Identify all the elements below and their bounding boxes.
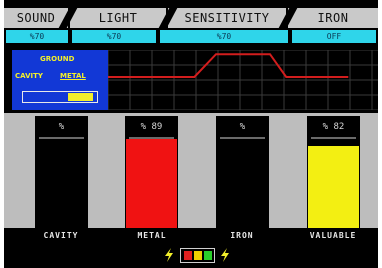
tab-light[interactable]: LIGHT — [70, 8, 166, 28]
metal-percent: % 89 — [140, 122, 163, 132]
ground-ratio-fill — [67, 93, 93, 101]
battery-segment — [204, 251, 212, 260]
metal-bar: % 89 — [125, 116, 178, 228]
valuable-label-bottom: VALUABLE — [309, 230, 357, 240]
ground-title: GROUND — [40, 55, 75, 63]
valuable-bar-divider — [311, 137, 356, 139]
iron-bar-divider — [220, 137, 265, 139]
left-bolt-icon — [165, 248, 173, 262]
battery-segment — [184, 251, 192, 260]
signal-graph — [108, 50, 378, 110]
cavity-bar: % — [35, 116, 88, 228]
iron-value: OFF — [292, 30, 376, 43]
tab-sensitivity[interactable]: SENSITIVITY — [168, 8, 286, 28]
metal-bar-fill — [126, 139, 177, 228]
valuable-percent: % 82 — [322, 122, 345, 132]
tab-sound[interactable]: SOUND — [4, 8, 68, 28]
ground-panel: GROUND CAVITY METAL — [12, 50, 108, 110]
iron-label-bottom: IRON — [230, 230, 254, 240]
metal-label: METAL — [60, 72, 86, 80]
valuable-bar-fill — [308, 146, 359, 228]
graph-grid — [108, 50, 378, 110]
valuable-bar: % 82 — [307, 116, 360, 228]
cavity-bar-divider — [39, 137, 84, 139]
tab-iron[interactable]: IRON — [288, 8, 378, 28]
iron-percent: % — [239, 122, 246, 132]
signal-line — [108, 53, 349, 78]
cavity-label: CAVITY — [15, 72, 43, 80]
detector-screen: SOUND LIGHT SENSITIVITY IRON %70 %70 %70… — [4, 0, 378, 268]
sensitivity-value: %70 — [160, 30, 288, 43]
right-bolt-icon — [221, 248, 229, 262]
iron-bar: % — [216, 116, 269, 228]
cavity-label-bottom: CAVITY — [43, 230, 79, 240]
cavity-percent: % — [58, 122, 65, 132]
light-value: %70 — [72, 30, 156, 43]
sound-value: %70 — [6, 30, 68, 43]
metal-label-bottom: METAL — [137, 230, 167, 240]
ground-ratio-gauge — [22, 91, 98, 103]
battery-segment — [194, 251, 202, 260]
battery-icon — [180, 248, 215, 263]
